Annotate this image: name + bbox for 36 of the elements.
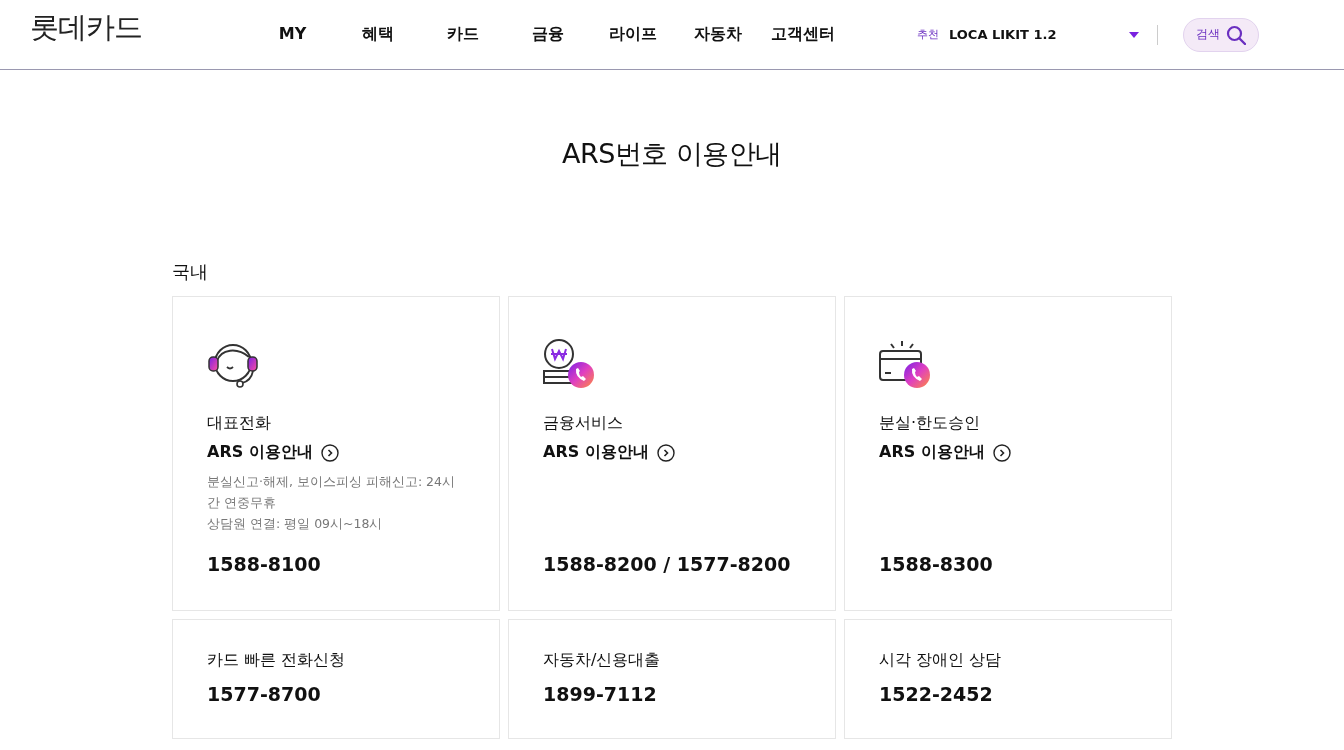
search-button[interactable]: 검색 (1183, 17, 1259, 52)
ars-guide-link[interactable]: ARS 이용안내 (879, 442, 1137, 463)
note-text: 분실신고·해제, 보이스피싱 피해신고: 24시간 연중무휴 (207, 473, 456, 512)
card-title: 시각 장애인 상담 (879, 650, 1003, 671)
nav-item[interactable]: 혜택 (335, 24, 420, 45)
section-title: 국내 (172, 260, 209, 284)
phone-number: 1577-8700 (207, 683, 322, 705)
phone-number: 1522-2452 (879, 683, 994, 705)
note-text: 상담원 연결: 평일 09시~18시 (207, 515, 384, 533)
coin-phone-icon (543, 339, 595, 389)
phone-number: 1588-8100 (207, 553, 322, 575)
chevron-circle-icon (656, 443, 675, 462)
recommend-dropdown[interactable]: 추천 LOCA LIKIT 1.2 (917, 27, 1139, 42)
chevron-circle-icon (320, 443, 339, 462)
page-title: ARS번호 이용안내 (561, 137, 783, 171)
ars-guide-link[interactable]: ARS 이용안내 (543, 442, 801, 463)
nav-item[interactable]: 고객센터 (760, 24, 845, 45)
chevron-circle-icon (992, 443, 1011, 462)
nav-item[interactable]: MY (250, 24, 335, 45)
card-phone-icon (879, 339, 931, 389)
nav-item[interactable]: 라이프 (590, 24, 675, 45)
logo[interactable]: 롯데카드 (30, 7, 230, 48)
ars-guide-link[interactable]: ARS 이용안내 (207, 442, 465, 463)
nav-item[interactable]: 금융 (505, 24, 590, 45)
card-title: 카드 빠른 전화신청 (207, 650, 347, 671)
search-icon (1226, 24, 1246, 45)
nav-item[interactable]: 자동차 (675, 24, 760, 45)
card-title: 자동차/신용대출 (543, 650, 662, 671)
phone-number: 1588-8300 (879, 553, 994, 575)
phone-number: 1899-7112 (543, 683, 658, 705)
card-title: 대표전화 (207, 413, 272, 434)
card-title: 분실·한도승인 (879, 413, 982, 434)
nav-item[interactable]: 카드 (420, 24, 505, 45)
phone-number: 1588-8200 / 1577-8200 (543, 553, 792, 575)
caret-icon (1129, 31, 1139, 38)
card-title: 금융서비스 (543, 413, 624, 434)
